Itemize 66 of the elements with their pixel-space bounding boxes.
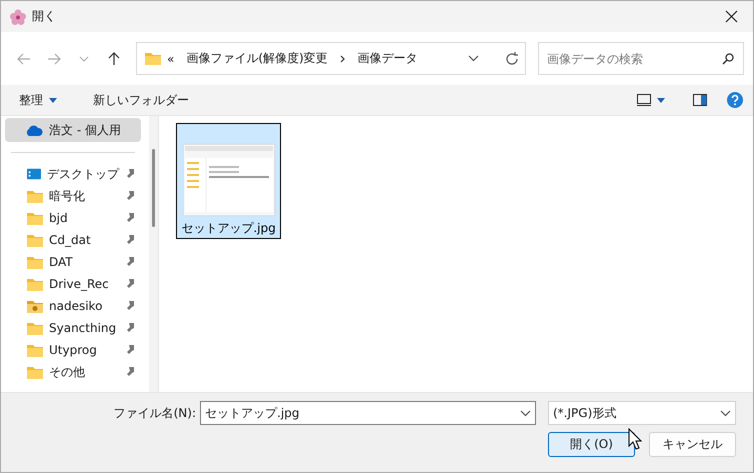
- folder-icon: [27, 344, 43, 356]
- chevron-icon: [340, 54, 346, 62]
- window-title: 開く: [32, 8, 57, 25]
- file-type-dropdown[interactable]: (*.JPG)形式: [548, 401, 736, 425]
- pin-icon[interactable]: [125, 300, 135, 312]
- search-icon: [722, 53, 734, 65]
- folder-icon: [27, 322, 43, 334]
- file-item[interactable]: セットアップ.jpg: [176, 123, 281, 239]
- caret-icon: [49, 98, 57, 102]
- refresh-icon[interactable]: [505, 52, 519, 66]
- flower-icon: [10, 8, 26, 24]
- sidebar-item[interactable]: nadesiko: [5, 295, 141, 317]
- left-arrow-icon: [17, 52, 31, 64]
- folder-icon: [27, 234, 43, 246]
- sidebar-item[interactable]: Syancthing: [5, 317, 141, 339]
- chevron-down-icon: [79, 56, 89, 62]
- up-arrow-icon: [108, 52, 120, 66]
- pin-icon[interactable]: [125, 366, 135, 378]
- desktop-icon: [27, 168, 41, 180]
- pin-icon[interactable]: [125, 234, 135, 246]
- chevron-down-icon: [468, 55, 479, 62]
- caret-icon: [657, 98, 665, 102]
- filename-label: ファイル名(N):: [114, 404, 196, 422]
- folder-icon: [27, 300, 43, 312]
- sidebar-item[interactable]: デスクトップ: [5, 163, 141, 185]
- folder-icon: [27, 278, 43, 290]
- cursor-icon: [628, 428, 642, 450]
- overflow-chevron[interactable]: «: [167, 52, 174, 66]
- folder-icon: [145, 52, 161, 65]
- pin-icon[interactable]: [125, 168, 135, 180]
- open-button[interactable]: 開く(O): [548, 432, 635, 457]
- scrollbar-thumb[interactable]: [152, 149, 155, 227]
- folder-icon: [27, 256, 43, 268]
- folder-icon: [27, 212, 43, 224]
- sidebar-item[interactable]: その他: [5, 361, 141, 383]
- sidebar-item[interactable]: 暗号化: [5, 185, 141, 207]
- breadcrumb-item[interactable]: 画像ファイル(解像度)変更: [186, 50, 328, 67]
- close-icon: [724, 10, 738, 23]
- sidebar-item[interactable]: Cd_dat: [5, 229, 141, 251]
- right-arrow-icon: [47, 52, 61, 64]
- sidebar-item[interactable]: Utyprog: [5, 339, 141, 361]
- help-icon[interactable]: [727, 92, 743, 108]
- cancel-button[interactable]: キャンセル: [649, 432, 736, 457]
- cloud-icon: [25, 124, 43, 136]
- folder-icon: [27, 190, 43, 202]
- chevron-down-icon: [520, 410, 531, 416]
- pin-icon[interactable]: [125, 322, 135, 334]
- chevron-down-icon: [720, 410, 731, 416]
- pin-icon[interactable]: [125, 344, 135, 356]
- search-field[interactable]: 画像データの検索: [538, 42, 744, 75]
- monitor-icon: [637, 94, 651, 106]
- breadcrumb-item[interactable]: 画像データ: [358, 50, 418, 67]
- new-folder-button[interactable]: 新しいフォルダー: [85, 88, 197, 112]
- preview-pane-icon[interactable]: [693, 94, 707, 106]
- address-bar[interactable]: « 画像ファイル(解像度)変更 画像データ: [136, 42, 526, 75]
- sidebar-item[interactable]: 浩文 - 個人用: [5, 118, 141, 142]
- organize-button[interactable]: 整理: [11, 88, 65, 112]
- folder-icon: [27, 366, 43, 378]
- sidebar-item[interactable]: bjd: [5, 207, 141, 229]
- pin-icon[interactable]: [125, 190, 135, 202]
- pin-icon[interactable]: [125, 256, 135, 268]
- pin-icon[interactable]: [125, 212, 135, 224]
- sidebar-item[interactable]: Drive_Rec: [5, 273, 141, 295]
- sidebar-item[interactable]: DAT: [5, 251, 141, 273]
- filename-field[interactable]: セットアップ.jpg: [200, 401, 536, 425]
- pin-icon[interactable]: [125, 278, 135, 290]
